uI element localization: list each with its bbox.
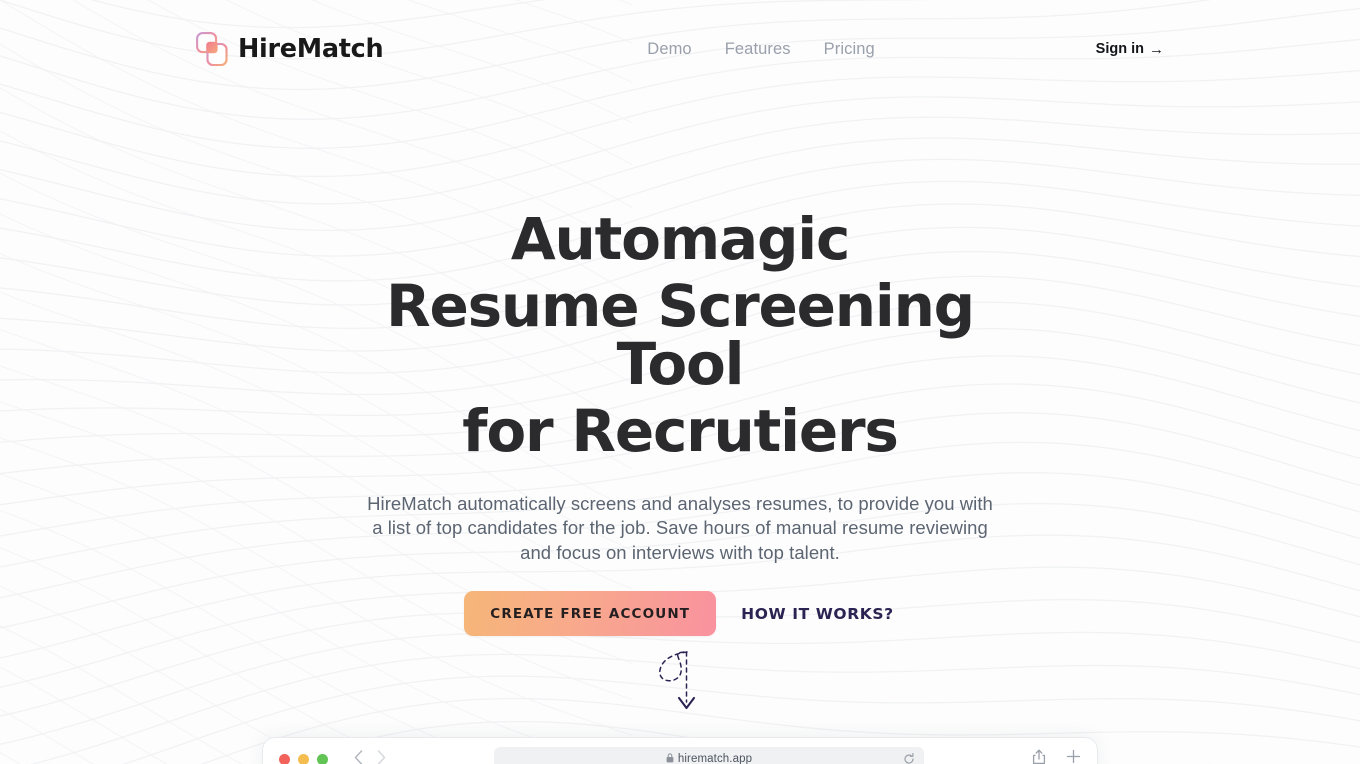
lock-icon: [666, 752, 674, 764]
nav-item-features[interactable]: Features: [725, 40, 791, 59]
hero-section: Automagic Resume Screening Tool for Recr…: [0, 98, 1360, 726]
primary-nav: Demo Features Pricing: [647, 40, 874, 59]
sign-in-link[interactable]: Sign in →: [1096, 41, 1164, 57]
create-free-account-button[interactable]: CREATE FREE ACCOUNT: [464, 591, 717, 637]
brand-logo[interactable]: HireMatch: [196, 31, 384, 67]
browser-toolbar: hirematch.app: [263, 738, 1097, 764]
plus-icon[interactable]: [1066, 749, 1081, 764]
site-header: HireMatch Demo Features Pricing Sign in …: [0, 0, 1360, 98]
how-it-works-button[interactable]: HOW IT WORKS?: [739, 599, 896, 629]
window-close-button[interactable]: [279, 753, 290, 764]
hirematch-logo-icon: [196, 31, 229, 67]
browser-window-mockup: hirematch.app: [262, 737, 1098, 764]
address-bar[interactable]: hirematch.app: [494, 746, 924, 764]
window-zoom-button[interactable]: [317, 753, 328, 764]
page-title: Automagic Resume Screening Tool for Recr…: [360, 210, 1000, 460]
dashed-loop-down-arrow-icon: [645, 646, 715, 726]
share-icon[interactable]: [1032, 749, 1046, 764]
address-bar-content: hirematch.app: [666, 752, 753, 764]
brand-name: HireMatch: [238, 34, 384, 64]
page-title-line-2: Resume Screening Tool: [386, 272, 975, 398]
sign-in-label: Sign in: [1095, 41, 1144, 57]
chevron-left-icon[interactable]: [354, 749, 363, 764]
hero-cta-row: CREATE FREE ACCOUNT HOW IT WORKS?: [0, 591, 1360, 637]
nav-item-pricing[interactable]: Pricing: [824, 40, 875, 59]
hero-subtitle: HireMatch automatically screens and anal…: [367, 493, 993, 563]
browser-toolbar-actions: [1032, 749, 1081, 764]
page-title-line-1: Automagic: [510, 205, 851, 273]
nav-item-demo[interactable]: Demo: [647, 40, 691, 59]
chevron-right-icon[interactable]: [377, 749, 386, 764]
browser-nav-arrows: [354, 749, 386, 764]
arrow-right-icon: →: [1149, 40, 1164, 58]
landing-page: HireMatch Demo Features Pricing Sign in …: [0, 0, 1360, 764]
url-text: hirematch.app: [677, 753, 753, 764]
reload-icon[interactable]: [903, 753, 915, 764]
page-title-line-3: for Recrutiers: [462, 397, 899, 465]
traffic-light-buttons: [279, 753, 328, 764]
window-minimize-button[interactable]: [298, 753, 309, 764]
